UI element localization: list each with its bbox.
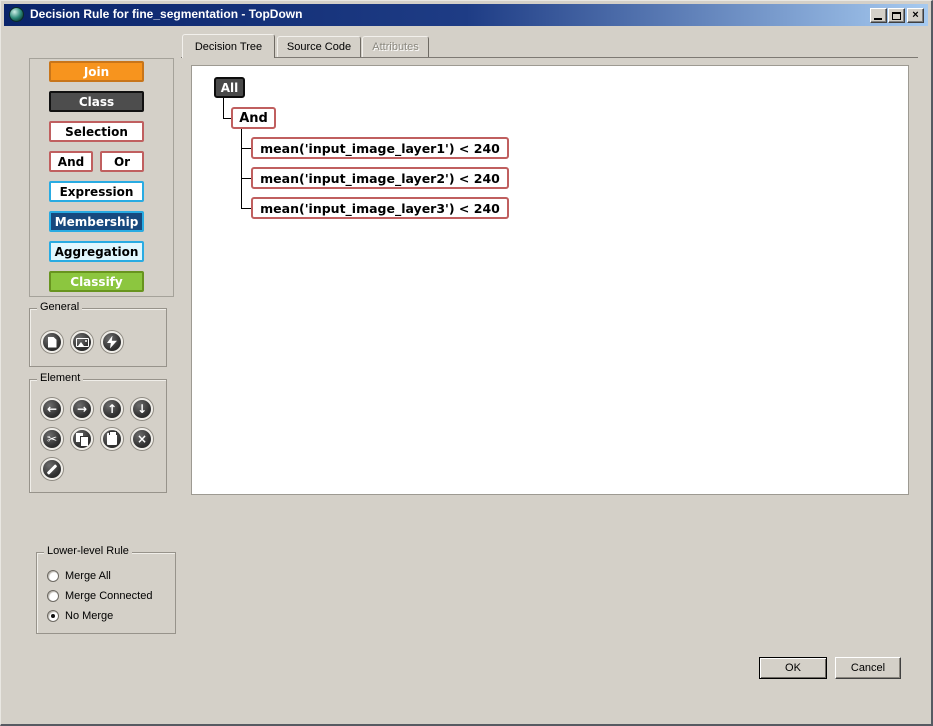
radio-circle[interactable]	[47, 590, 59, 602]
edit-button[interactable]	[41, 458, 63, 480]
tree-connector	[242, 208, 251, 209]
new-document-button[interactable]	[41, 331, 63, 353]
minimize-button[interactable]	[870, 8, 887, 23]
radio-merge-all-label: Merge All	[65, 570, 111, 582]
copy-button[interactable]	[71, 428, 93, 450]
delete-icon: ×	[137, 433, 147, 445]
delete-button[interactable]: ×	[131, 428, 153, 450]
tab-decision-tree[interactable]: Decision Tree	[182, 34, 275, 58]
move-right-button[interactable]: →	[71, 398, 93, 420]
title-bar[interactable]: Decision Rule for fine_segmentation - To…	[4, 4, 928, 26]
tree-connector	[223, 98, 224, 119]
classify-button[interactable]: Classify	[49, 271, 144, 292]
app-icon	[9, 7, 24, 22]
arrow-left-icon: ←	[47, 403, 57, 415]
class-button[interactable]: Class	[49, 91, 144, 112]
move-left-button[interactable]: ←	[41, 398, 63, 420]
tab-strip-baseline	[181, 57, 918, 58]
dialog-window: Decision Rule for fine_segmentation - To…	[0, 0, 933, 726]
tree-node-and[interactable]: And	[231, 107, 276, 129]
paste-button[interactable]	[101, 428, 123, 450]
cancel-button[interactable]: Cancel	[835, 657, 901, 679]
and-button[interactable]: And	[49, 151, 93, 172]
decision-tree-canvas[interactable]	[191, 65, 909, 495]
tree-connector	[242, 148, 251, 149]
close-button[interactable]: ×	[907, 8, 924, 23]
join-button[interactable]: Join	[49, 61, 144, 82]
maximize-icon	[892, 12, 901, 20]
maximize-button[interactable]	[888, 8, 905, 23]
general-group-label: General	[37, 301, 82, 313]
element-group-label: Element	[37, 372, 83, 384]
lower-level-rule-label: Lower-level Rule	[44, 545, 132, 557]
paste-icon	[107, 433, 117, 445]
radio-circle[interactable]	[47, 570, 59, 582]
aggregation-button[interactable]: Aggregation	[49, 241, 144, 262]
membership-button[interactable]: Membership	[49, 211, 144, 232]
tree-connector	[241, 129, 242, 209]
tab-decision-tree-label: Decision Tree	[195, 41, 262, 53]
cut-button[interactable]: ✂	[41, 428, 63, 450]
tree-node-condition-3[interactable]: mean('input_image_layer3') < 240	[251, 197, 509, 219]
radio-merge-all[interactable]: Merge All	[47, 570, 111, 582]
image-button[interactable]	[71, 331, 93, 353]
arrow-down-icon: ↓	[137, 403, 147, 415]
radio-no-merge[interactable]: No Merge	[47, 610, 113, 622]
tree-node-all[interactable]: All	[214, 77, 245, 98]
tree-connector	[223, 118, 231, 119]
arrow-right-icon: →	[77, 403, 87, 415]
arrow-up-icon: ↑	[107, 403, 117, 415]
lightning-icon	[107, 336, 117, 349]
expression-button[interactable]: Expression	[49, 181, 144, 202]
cut-icon: ✂	[47, 433, 57, 445]
close-icon: ×	[912, 10, 918, 21]
tree-node-condition-1[interactable]: mean('input_image_layer1') < 240	[251, 137, 509, 159]
execute-button[interactable]	[101, 331, 123, 353]
move-down-button[interactable]: ↓	[131, 398, 153, 420]
image-icon	[76, 338, 89, 347]
tree-node-condition-2[interactable]: mean('input_image_layer2') < 240	[251, 167, 509, 189]
radio-no-merge-label: No Merge	[65, 610, 113, 622]
radio-merge-connected-label: Merge Connected	[65, 590, 152, 602]
or-button[interactable]: Or	[100, 151, 144, 172]
minimize-icon	[874, 18, 882, 20]
radio-circle-selected[interactable]	[47, 610, 59, 622]
selection-button[interactable]: Selection	[49, 121, 144, 142]
tree-connector	[242, 178, 251, 179]
document-icon	[48, 337, 57, 348]
tab-attributes-label: Attributes	[372, 41, 418, 53]
ok-button[interactable]: OK	[759, 657, 827, 679]
window-title: Decision Rule for fine_segmentation - To…	[30, 7, 302, 21]
tab-source-code[interactable]: Source Code	[277, 36, 361, 57]
radio-merge-connected[interactable]: Merge Connected	[47, 590, 152, 602]
copy-icon	[76, 433, 89, 446]
tab-attributes: Attributes	[362, 36, 429, 57]
edit-icon	[47, 464, 58, 475]
tab-source-code-label: Source Code	[287, 41, 351, 53]
move-up-button[interactable]: ↑	[101, 398, 123, 420]
